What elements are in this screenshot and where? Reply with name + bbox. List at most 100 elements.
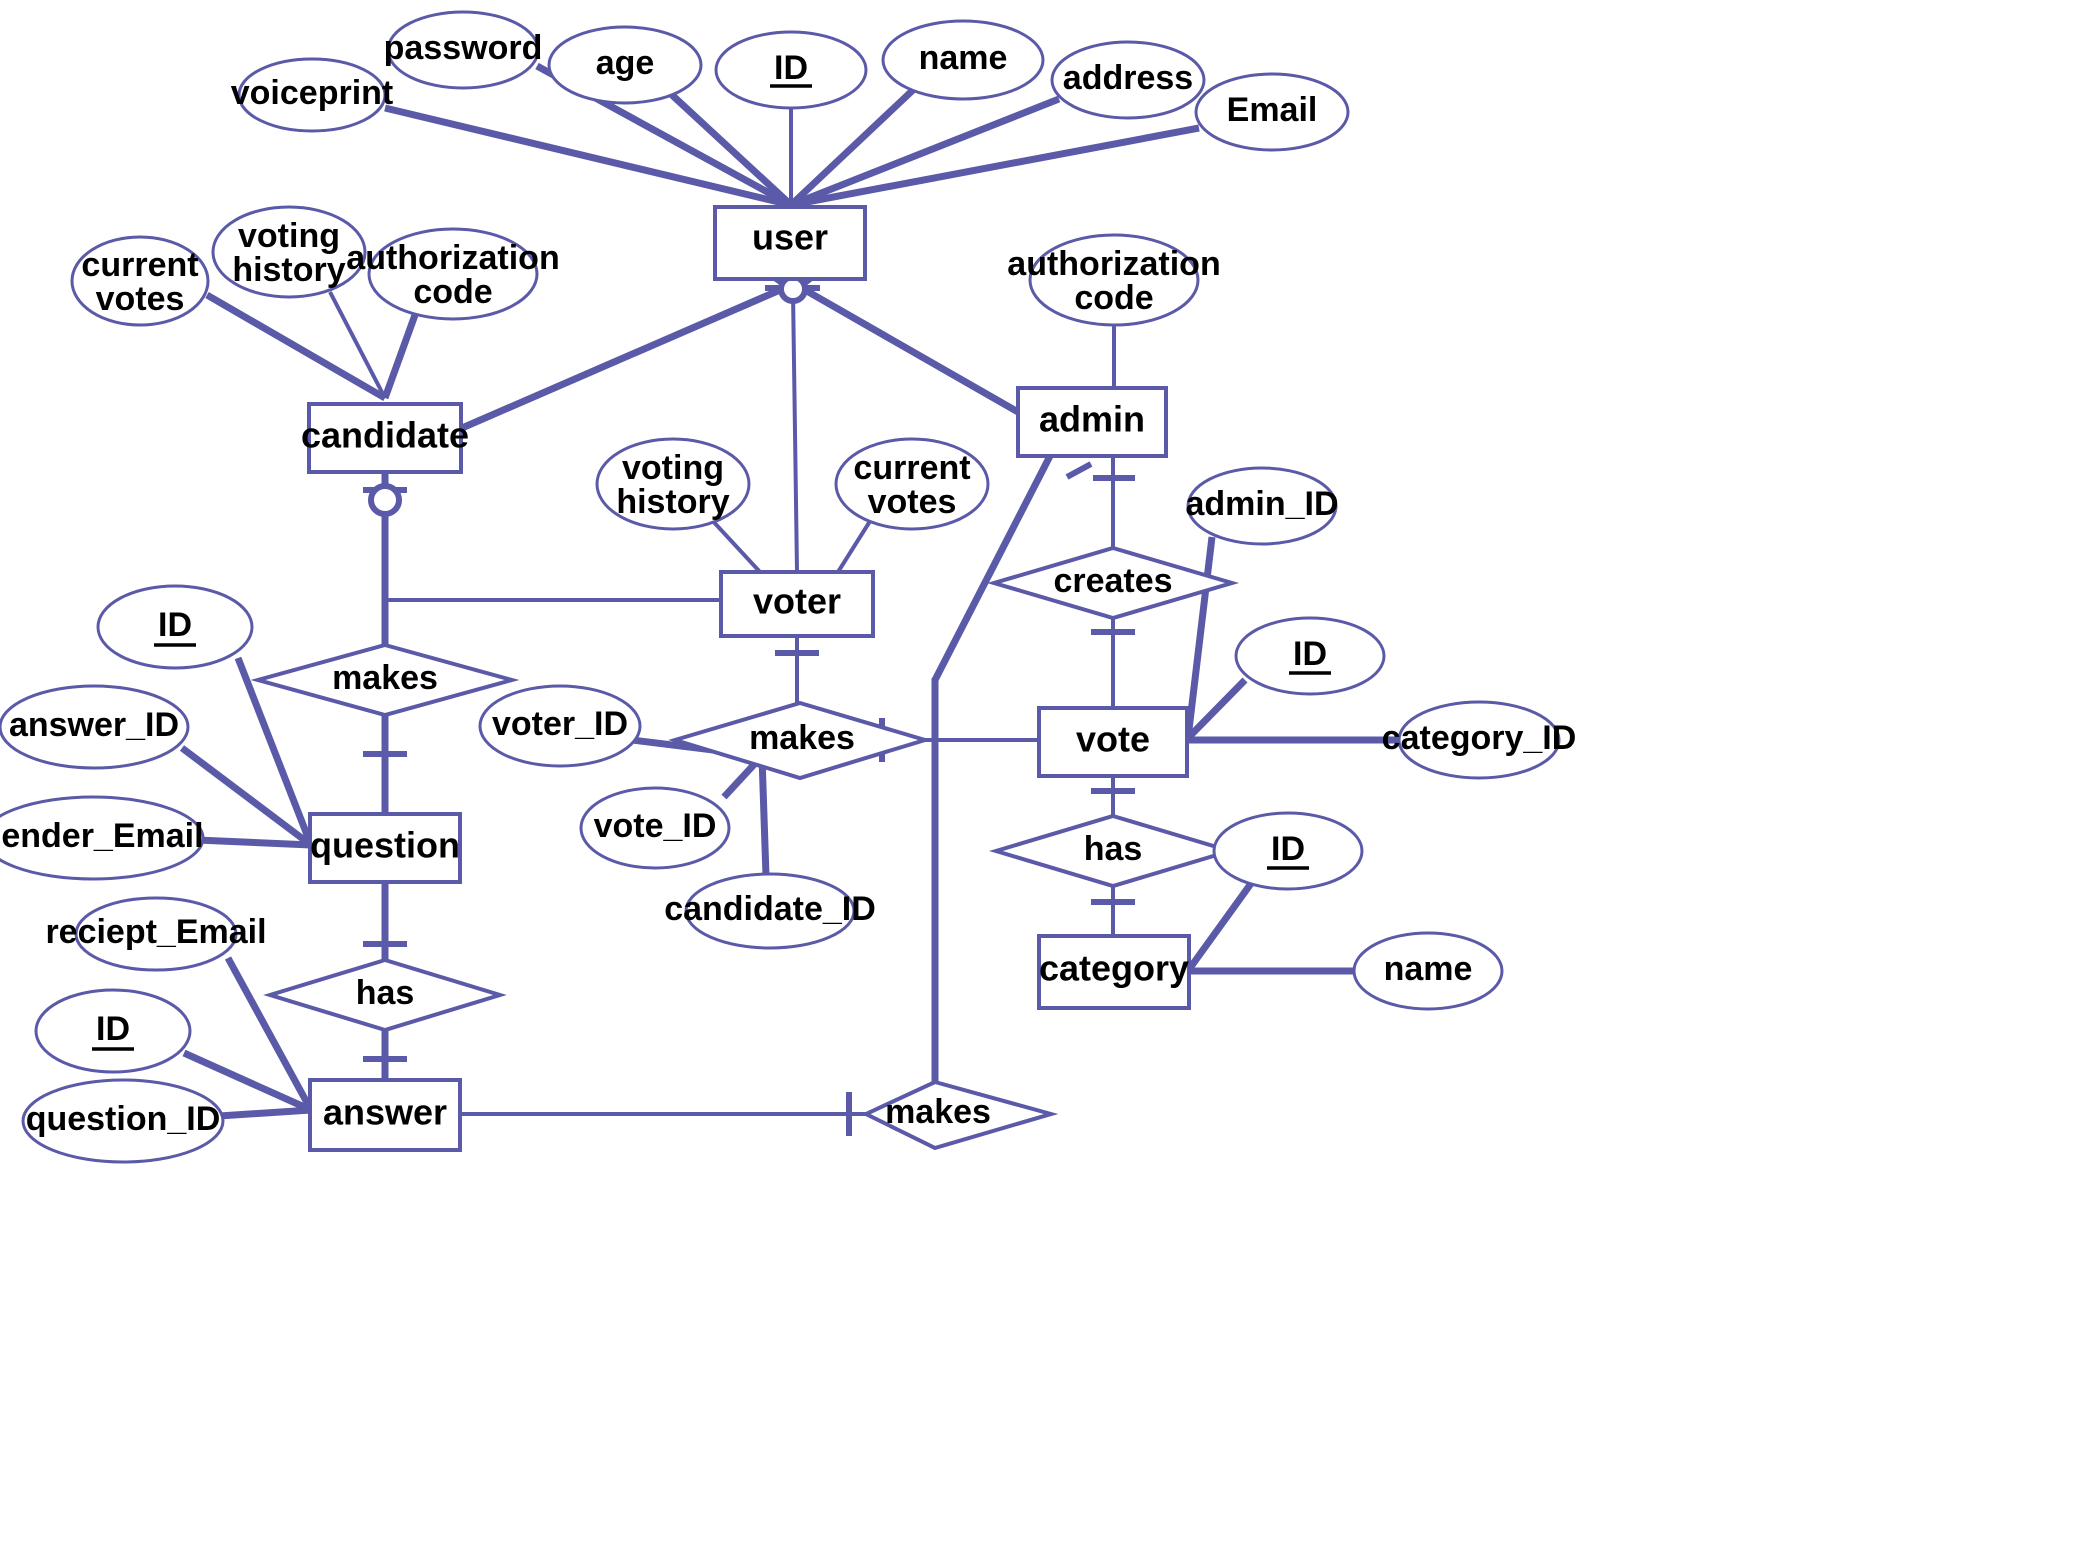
entity-category-label: category: [1039, 948, 1189, 989]
attribute-answer-reciept-email-label: reciept_Email: [45, 913, 266, 951]
attribute-user-voiceprint-label: voiceprint: [231, 74, 393, 112]
edge-user-candidate: [460, 286, 782, 432]
attribute-candidate-authorization-code[interactable]: authorization code: [346, 227, 560, 321]
attribute-category-id[interactable]: ID: [1212, 811, 1364, 891]
attribute-answer-reciept-email[interactable]: reciept_Email: [45, 896, 267, 972]
relationship-has-vote-category[interactable]: has: [989, 813, 1237, 889]
attribute-makes-voter-id[interactable]: voter_ID: [478, 684, 642, 768]
relationship-has-question-answer[interactable]: has: [263, 957, 507, 1033]
attribute-candidate-current-votes-label-line1: current: [81, 246, 198, 284]
relationship-creates-label: creates: [1053, 562, 1172, 600]
attribute-question-id-label: ID: [158, 606, 192, 644]
entity-answer-label: answer: [323, 1092, 447, 1133]
er-diagram-svg: user candidate admin voter vote question: [0, 10, 1577, 1164]
entity-candidate-label: candidate: [301, 415, 469, 456]
entity-answer[interactable]: answer: [308, 1078, 462, 1152]
attribute-user-age-label: age: [596, 44, 655, 82]
attribute-user-password-label: password: [384, 29, 543, 67]
relationship-makes-voter-vote-label: makes: [749, 719, 855, 757]
relationship-has-vote-category-label: has: [1084, 830, 1143, 868]
relationship-makes-admin-answer-label: makes: [885, 1093, 991, 1131]
attribute-question-id[interactable]: ID: [96, 584, 254, 670]
attribute-admin-auth-code-label-line1: authorization: [1007, 245, 1220, 283]
attribute-answer-question-id[interactable]: question_ID: [21, 1078, 225, 1164]
attribute-user-id-label: ID: [774, 49, 808, 87]
attribute-voter-voting-history[interactable]: voting history: [595, 437, 751, 531]
edge-makes-candidate-id: [758, 756, 770, 877]
entity-vote[interactable]: vote: [1037, 706, 1189, 778]
entity-candidate[interactable]: candidate: [301, 402, 469, 474]
attribute-vote-category-id[interactable]: category_ID: [1382, 700, 1577, 780]
relationship-makes-admin-answer[interactable]: makes: [861, 1079, 1059, 1151]
edge-answer-question-id: [218, 1106, 312, 1120]
attribute-candidate-auth-code-label-line1: authorization: [346, 239, 559, 277]
edge-user-voiceprint: [384, 104, 792, 209]
er-diagram-canvas: user candidate admin voter vote question: [0, 0, 2090, 1566]
edge-answer-reciept-email: [224, 956, 315, 1112]
attribute-answer-question-id-label: question_ID: [26, 1100, 221, 1138]
attribute-admin-authorization-code[interactable]: authorization code: [1007, 233, 1221, 327]
attribute-user-name[interactable]: name: [881, 19, 1045, 101]
entity-user-label: user: [752, 217, 828, 258]
attribute-makes-candidate-id[interactable]: candidate_ID: [664, 872, 876, 950]
attribute-category-name[interactable]: name: [1352, 931, 1504, 1011]
attribute-candidate-current-votes[interactable]: current votes: [70, 235, 210, 327]
attribute-candidate-current-votes-label-line2: votes: [96, 280, 185, 318]
attribute-admin-auth-code-label-line2: code: [1074, 279, 1153, 317]
attribute-user-name-label: name: [919, 39, 1008, 77]
attribute-question-sender-email[interactable]: sender_Email: [0, 795, 205, 881]
entity-voter-label: voter: [753, 581, 841, 622]
attribute-makes-candidate-id-label: candidate_ID: [664, 890, 876, 928]
attribute-candidate-voting-history-label-line1: voting: [238, 217, 340, 255]
attribute-user-id[interactable]: ID: [714, 30, 868, 110]
attribute-user-email[interactable]: Email: [1194, 72, 1350, 152]
entity-vote-label: vote: [1076, 719, 1150, 760]
edge-user-voter: [791, 291, 799, 573]
attribute-vote-admin-id[interactable]: admin_ID: [1185, 466, 1339, 546]
entity-question[interactable]: question: [308, 812, 462, 884]
attribute-category-name-label: name: [1384, 950, 1473, 988]
attribute-answer-id-label: ID: [96, 1010, 130, 1048]
attribute-user-address[interactable]: address: [1050, 40, 1206, 120]
attribute-answer-id[interactable]: ID: [34, 988, 192, 1074]
attribute-user-email-label: Email: [1227, 91, 1318, 129]
attribute-question-answer-id[interactable]: answer_ID: [0, 684, 190, 770]
attribute-user-address-label: address: [1063, 59, 1193, 97]
edge-voter-voting-history: [708, 516, 762, 574]
edge-user-email: [790, 124, 1200, 209]
relationship-makes-voter-vote[interactable]: makes: [668, 700, 932, 781]
edge-voter-current-votes: [836, 516, 874, 574]
edge-candidate-auth-code: [381, 313, 419, 400]
relationship-makes-candidate-question[interactable]: makes: [250, 642, 520, 718]
attribute-user-age[interactable]: age: [547, 25, 703, 105]
attribute-voter-current-votes[interactable]: current votes: [834, 437, 990, 531]
entity-admin[interactable]: admin: [1016, 386, 1168, 458]
edge-category-id: [1187, 875, 1258, 971]
attribute-voter-current-votes-label-line1: current: [853, 449, 970, 487]
entity-category[interactable]: category: [1037, 934, 1191, 1010]
entity-question-label: question: [310, 825, 460, 866]
entity-user[interactable]: user: [713, 205, 867, 281]
entity-voter[interactable]: voter: [719, 570, 875, 638]
entity-admin-label: admin: [1039, 399, 1145, 440]
attribute-candidate-voting-history[interactable]: voting history: [211, 205, 367, 299]
attribute-user-voiceprint[interactable]: voiceprint: [231, 57, 393, 133]
attribute-vote-id-label: ID: [1293, 635, 1327, 673]
attribute-vote-category-id-label: category_ID: [1382, 719, 1577, 757]
attribute-makes-vote-id[interactable]: vote_ID: [579, 786, 731, 870]
attribute-voter-voting-history-label-line1: voting: [622, 449, 724, 487]
relationship-has-question-answer-label: has: [356, 974, 415, 1012]
relationship-creates-admin-vote[interactable]: creates: [986, 545, 1240, 621]
attribute-candidate-voting-history-label-line2: history: [232, 251, 345, 289]
attribute-voter-current-votes-label-line2: votes: [868, 483, 957, 521]
attribute-vote-admin-id-label: admin_ID: [1185, 485, 1338, 523]
attribute-makes-voter-id-label: voter_ID: [492, 705, 628, 743]
one-or-zero-icon: [363, 483, 407, 517]
attribute-candidate-auth-code-label-line2: code: [413, 273, 492, 311]
attribute-question-answer-id-label: answer_ID: [9, 706, 179, 744]
edge-user-address: [789, 95, 1061, 209]
edge-vote-admin-id: [1184, 536, 1216, 739]
attribute-vote-id[interactable]: ID: [1234, 616, 1386, 696]
one-tick-icon-admin: [1065, 461, 1135, 481]
attribute-user-password[interactable]: password: [384, 10, 543, 90]
